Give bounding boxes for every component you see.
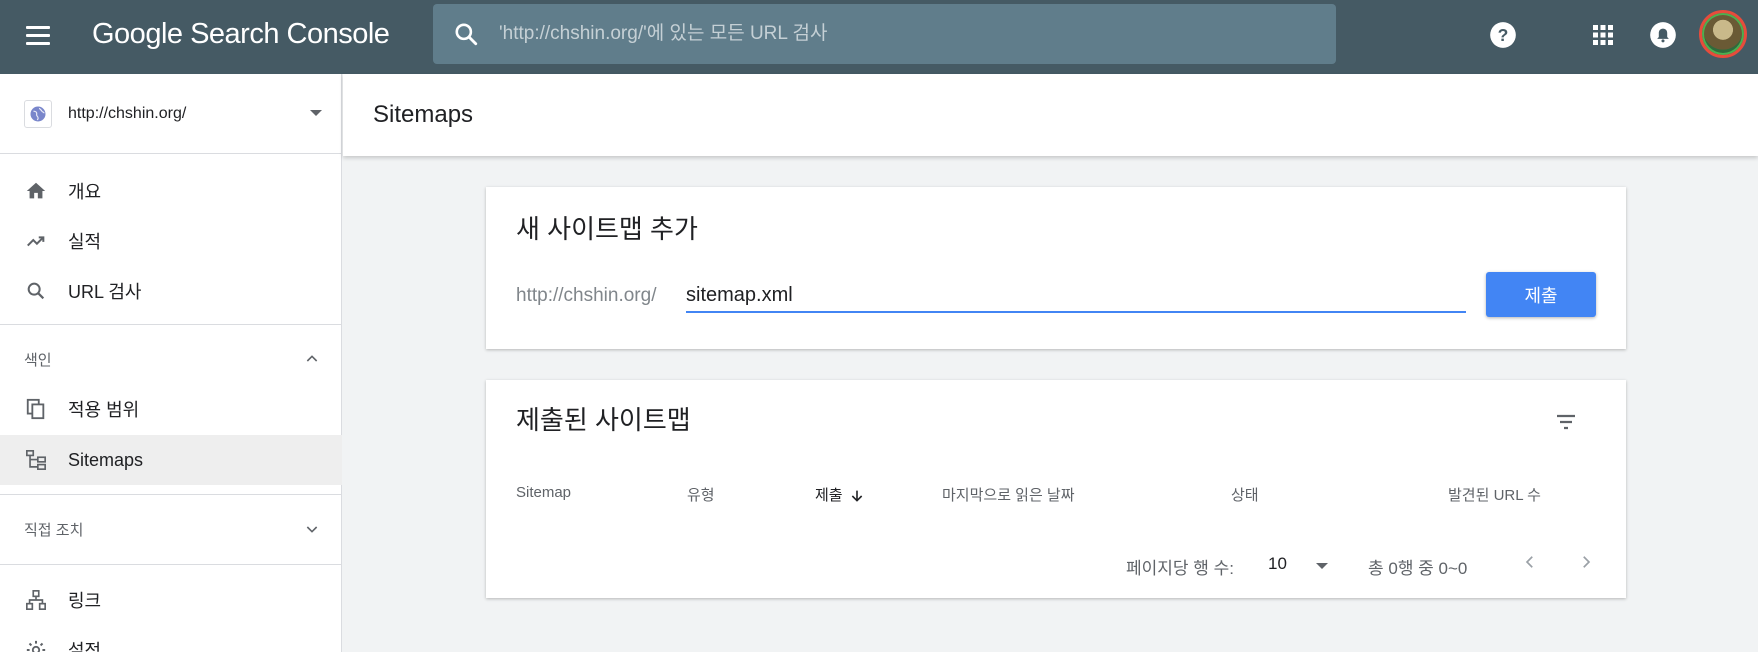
section-label: 직접 조치 — [24, 521, 84, 539]
sidebar-item-overview[interactable]: 개요 — [0, 166, 342, 216]
url-inspect-search[interactable] — [433, 4, 1336, 64]
column-header-label: 제출 — [815, 487, 843, 504]
section-manual-actions[interactable]: 직접 조치 — [0, 501, 342, 557]
column-header-submitted[interactable]: 제출 — [815, 484, 865, 505]
pagination-range: 총 0행 중 0~0 — [1368, 559, 1468, 578]
property-selector[interactable]: http://chshin.org/ — [0, 74, 342, 154]
app-logo[interactable]: Google Search Console — [92, 18, 390, 51]
section-label: 색인 — [24, 351, 52, 369]
chevron-right-icon — [1583, 556, 1591, 568]
sidebar-item-label: 적용 범위 — [68, 400, 140, 420]
sidebar-item-label: 설정 — [68, 641, 102, 652]
url-prefix: http://chshin.org/ — [516, 285, 657, 306]
top-app-bar: Google Search Console ? — [0, 0, 1758, 74]
globe-icon — [24, 99, 52, 128]
page-header: Sitemaps — [343, 74, 1758, 156]
sidebar-item-settings[interactable]: 설정 — [0, 625, 342, 652]
links-icon — [24, 588, 48, 612]
chevron-left-icon — [1525, 556, 1533, 568]
column-header-status[interactable]: 상태 — [1231, 484, 1259, 505]
page-title: Sitemaps — [373, 101, 474, 128]
apps-icon[interactable] — [1588, 20, 1618, 50]
column-header-type[interactable]: 유형 — [687, 484, 715, 505]
divider — [0, 494, 342, 495]
submit-button[interactable]: 제출 — [1486, 272, 1596, 317]
column-header-discovered-urls[interactable]: 발견된 URL 수 — [1448, 484, 1541, 505]
chevron-up-icon — [306, 355, 318, 362]
avatar[interactable] — [1699, 10, 1747, 58]
svg-text:?: ? — [1498, 25, 1509, 45]
sidebar-item-performance[interactable]: 실적 — [0, 216, 342, 266]
settings-icon — [24, 638, 48, 652]
filter-icon[interactable] — [1550, 406, 1582, 438]
search-input[interactable] — [499, 23, 1299, 45]
sidebar-item-url-inspection[interactable]: URL 검사 — [0, 266, 342, 316]
rows-per-page-value: 10 — [1268, 554, 1287, 573]
sidebar-item-label: 실적 — [68, 232, 102, 252]
column-header-last-read[interactable]: 마지막으로 읽은 날짜 — [942, 484, 1075, 505]
sidebar-item-label: Sitemaps — [68, 449, 144, 470]
arrow-down-icon — [851, 490, 862, 502]
search-icon — [455, 23, 478, 46]
sidebar-item-links[interactable]: 링크 — [0, 575, 342, 625]
sidebar-item-sitemaps[interactable]: Sitemaps — [0, 435, 342, 485]
divider — [0, 564, 342, 565]
trending-up-icon — [24, 229, 48, 253]
menu-icon[interactable] — [22, 19, 54, 51]
section-index[interactable]: 색인 — [0, 331, 342, 387]
sitemap-icon — [24, 448, 48, 472]
sidebar: http://chshin.org/ 개요 실적 URL 검사 색인 적용 범위 — [0, 74, 342, 652]
sidebar-item-label: 링크 — [68, 591, 102, 611]
sidebar-item-label: URL 검사 — [68, 282, 142, 302]
notifications-icon[interactable] — [1648, 20, 1678, 50]
column-header-sitemap[interactable]: Sitemap — [516, 484, 571, 501]
search-icon — [24, 279, 48, 303]
sidebar-item-label: 개요 — [68, 182, 102, 202]
add-sitemap-card: 새 사이트맵 추가 http://chshin.org/ 제출 — [486, 187, 1626, 349]
property-url: http://chshin.org/ — [68, 104, 187, 122]
previous-page-button[interactable] — [1516, 548, 1544, 576]
rows-per-page-select[interactable]: 10 — [1268, 551, 1332, 579]
next-page-button[interactable] — [1572, 548, 1600, 576]
chevron-down-icon — [306, 526, 318, 533]
chevron-down-icon — [1316, 563, 1328, 569]
copy-icon — [24, 397, 48, 421]
submitted-sitemaps-card: 제출된 사이트맵 Sitemap 유형 제출 마지막으로 읽은 날짜 상태 발견… — [486, 380, 1626, 598]
sitemap-url-input[interactable] — [686, 279, 1466, 313]
sidebar-item-coverage[interactable]: 적용 범위 — [0, 384, 342, 434]
card-title: 제출된 사이트맵 — [516, 405, 691, 435]
help-icon[interactable]: ? — [1488, 20, 1518, 50]
rows-per-page-label: 페이지당 행 수: — [1126, 559, 1235, 578]
home-icon — [24, 179, 48, 203]
divider — [0, 324, 342, 325]
chevron-down-icon — [310, 110, 322, 116]
card-title: 새 사이트맵 추가 — [516, 214, 698, 244]
